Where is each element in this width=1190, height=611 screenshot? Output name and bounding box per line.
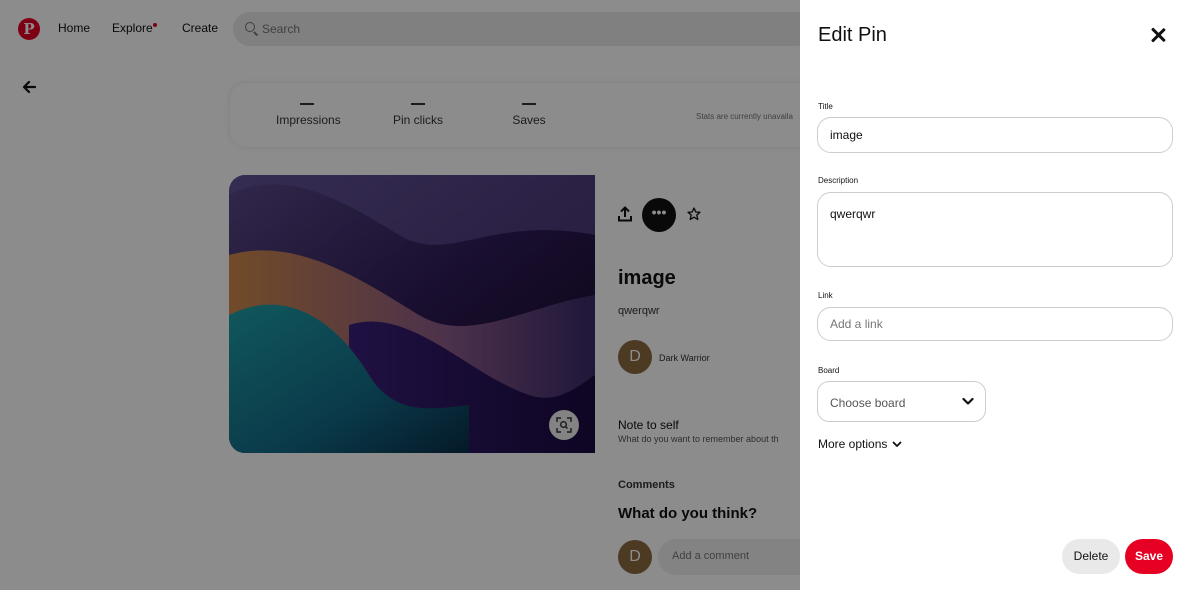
more-options-toggle[interactable]: More options <box>818 437 902 451</box>
description-field[interactable]: qwerqwr <box>817 192 1173 267</box>
chevron-down-icon <box>962 397 974 405</box>
title-label: Title <box>818 102 833 111</box>
save-button[interactable]: Save <box>1125 539 1173 574</box>
chevron-down-icon <box>892 441 902 448</box>
board-placeholder: Choose board <box>830 396 906 410</box>
link-field[interactable]: Add a link <box>817 307 1173 341</box>
delete-button[interactable]: Delete <box>1062 539 1120 574</box>
link-label: Link <box>818 291 833 300</box>
close-icon[interactable] <box>1149 26 1167 44</box>
edit-pin-panel: Edit Pin Title image Description qwerqwr… <box>800 0 1190 590</box>
description-label: Description <box>818 176 859 185</box>
modal-overlay[interactable] <box>0 0 800 590</box>
panel-title: Edit Pin <box>818 24 887 46</box>
board-label: Board <box>818 366 840 375</box>
link-placeholder: Add a link <box>830 317 883 331</box>
title-field[interactable]: image <box>817 117 1173 153</box>
more-options-label: More options <box>818 437 888 451</box>
board-select[interactable]: Choose board <box>817 381 986 422</box>
